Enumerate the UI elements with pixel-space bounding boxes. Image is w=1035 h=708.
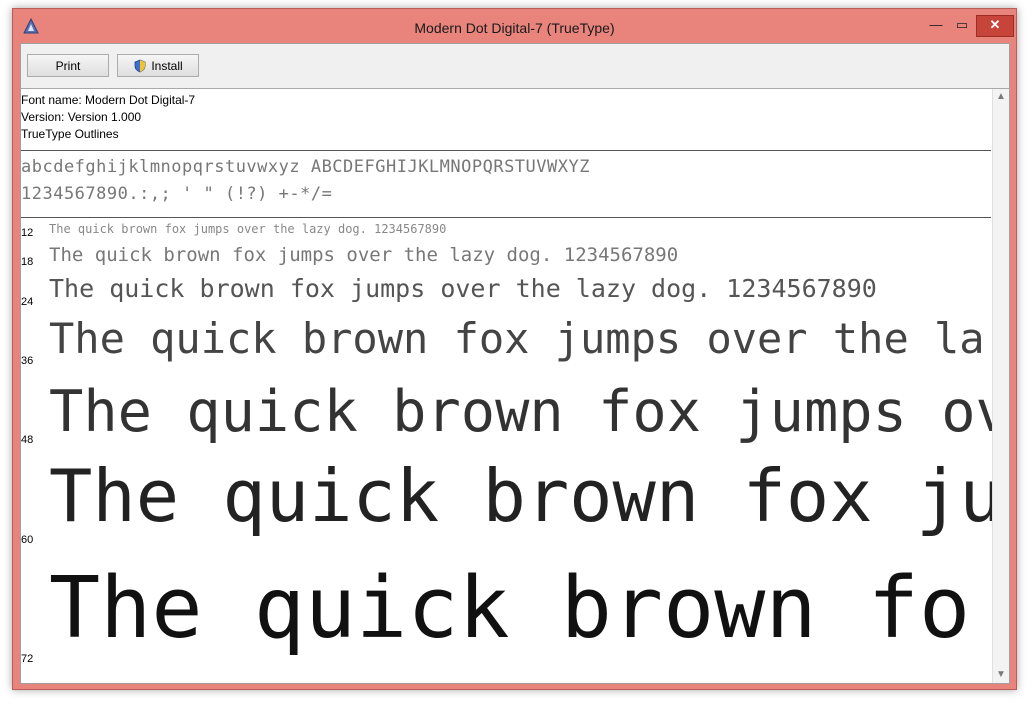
divider [21, 150, 991, 151]
sample-size-label: 18 [21, 256, 34, 268]
sample-text: The quick brown fox jumps over the lazy … [49, 274, 877, 303]
window-title: Modern Dot Digital-7 (TrueType) [414, 20, 615, 36]
scroll-down-arrow-icon[interactable]: ▼ [993, 667, 1009, 683]
sample-text: The quick brown fox jur [49, 454, 993, 538]
sample-text: The quick brown fox jumps over the lazy … [49, 222, 447, 236]
maximize-button[interactable]: ▭ [949, 15, 975, 35]
minimize-button[interactable]: — [923, 15, 949, 35]
divider [21, 217, 991, 218]
font-info: Font name: Modern Dot Digital-7 Version:… [21, 92, 195, 143]
title-bar[interactable]: Modern Dot Digital-7 (TrueType) — ▭ ✕ [13, 9, 1016, 41]
font-outlines: TrueType Outlines [21, 127, 119, 141]
client-area: Print Install Font name: Modern Dot Digi… [20, 43, 1010, 684]
scroll-up-arrow-icon[interactable]: ▲ [993, 89, 1009, 105]
font-name: Font name: Modern Dot Digital-7 [21, 93, 196, 107]
sample-text: The quick brown fo [49, 559, 971, 658]
close-button[interactable]: ✕ [976, 15, 1014, 37]
install-button[interactable]: Install [117, 54, 199, 77]
charset-letters: abcdefghijklmnopqrstuvwxyz ABCDEFGHIJKLM… [21, 157, 590, 177]
charset-symbols: 1234567890.:,; ' " (!?) +-*/= [21, 184, 333, 204]
install-button-label: Install [151, 58, 183, 73]
vertical-scrollbar[interactable]: ▲ ▼ [992, 89, 1009, 683]
print-button[interactable]: Print [27, 54, 109, 77]
sample-size-label: 24 [21, 296, 34, 308]
uac-shield-icon [134, 59, 146, 72]
font-version: Version: Version 1.000 [21, 110, 142, 124]
sample-size-label: 36 [21, 355, 34, 367]
print-button-label: Print [55, 58, 81, 73]
font-preview-area: Font name: Modern Dot Digital-7 Version:… [21, 89, 993, 683]
sample-text: The quick brown fox jumps over the la [49, 314, 985, 363]
sample-text: The quick brown fox jumps over the lazy … [49, 244, 679, 266]
font-viewer-window: Modern Dot Digital-7 (TrueType) — ▭ ✕ Pr… [12, 8, 1017, 690]
sample-size-label: 60 [21, 534, 34, 546]
sample-size-label: 72 [21, 653, 34, 665]
sample-size-label: 48 [21, 434, 34, 446]
sample-text: The quick brown fox jumps ov [49, 379, 993, 445]
sample-size-label: 12 [21, 227, 34, 239]
toolbar: Print Install [21, 44, 1009, 89]
